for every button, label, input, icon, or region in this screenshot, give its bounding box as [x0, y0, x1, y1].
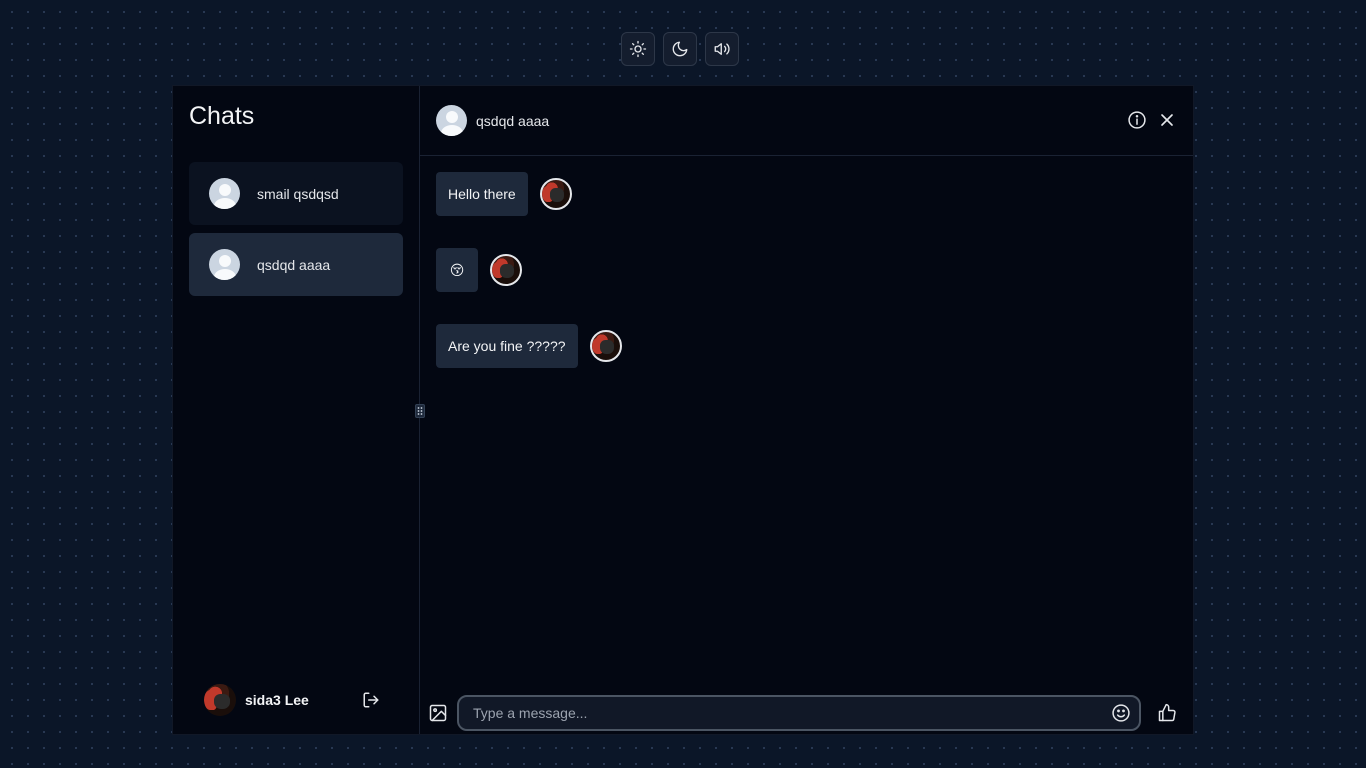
- message-input[interactable]: [471, 704, 1111, 722]
- sidebar: Chats smail qsdqsd qsdqd aaaa sida3 Lee: [173, 86, 420, 734]
- header-actions: [1127, 110, 1177, 130]
- logout-icon[interactable]: [362, 691, 380, 709]
- message-row: Hello there: [436, 172, 622, 216]
- default-avatar: [209, 178, 240, 209]
- light-mode-button[interactable]: [621, 32, 655, 66]
- message-input-wrapper: [457, 695, 1141, 731]
- contact-name: qsdqd aaaa: [476, 112, 550, 129]
- moon-icon: [672, 41, 688, 57]
- chat-panel: qsdqd aaaa Hello there 😚 Are you fine ??…: [420, 86, 1193, 734]
- user-avatar[interactable]: [204, 684, 236, 716]
- thumbs-up-icon[interactable]: [1157, 703, 1177, 723]
- chat-header: qsdqd aaaa: [420, 86, 1193, 156]
- contact-avatar[interactable]: [436, 105, 467, 136]
- chat-list: smail qsdqsd qsdqd aaaa: [189, 162, 403, 296]
- message-composer: [428, 694, 1177, 732]
- top-toolbar: [621, 32, 739, 66]
- dark-mode-button[interactable]: [663, 32, 697, 66]
- message-row: 😚: [436, 248, 622, 292]
- chat-app: Chats smail qsdqsd qsdqd aaaa sida3 Lee: [172, 85, 1194, 735]
- chat-item-name: smail qsdqsd: [257, 185, 339, 202]
- user-name: sida3 Lee: [245, 692, 309, 708]
- sound-button[interactable]: [705, 32, 739, 66]
- message-list: Hello there 😚 Are you fine ?????: [436, 172, 622, 400]
- close-icon[interactable]: [1157, 110, 1177, 130]
- message-row: Are you fine ?????: [436, 324, 622, 368]
- sidebar-title: Chats: [189, 102, 255, 130]
- sender-avatar: [490, 254, 522, 286]
- speaker-icon: [714, 43, 730, 55]
- current-user: sida3 Lee: [204, 684, 380, 716]
- default-avatar: [209, 249, 240, 280]
- info-icon[interactable]: [1127, 110, 1147, 130]
- chat-item-smail-qsdqsd[interactable]: smail qsdqsd: [189, 162, 403, 225]
- message-bubble: Are you fine ?????: [436, 324, 578, 368]
- message-bubble: Hello there: [436, 172, 528, 216]
- image-upload-icon[interactable]: [428, 703, 448, 723]
- sun-icon: [629, 40, 647, 58]
- grip-icon: [417, 407, 423, 415]
- message-bubble: 😚: [436, 248, 478, 292]
- sender-avatar: [539, 178, 572, 210]
- chat-item-name: qsdqd aaaa: [257, 256, 331, 273]
- emoji-icon[interactable]: [1111, 703, 1131, 723]
- resize-handle[interactable]: [415, 404, 425, 418]
- chat-item-qsdqd-aaaa[interactable]: qsdqd aaaa: [189, 233, 403, 296]
- sender-avatar: [589, 330, 622, 362]
